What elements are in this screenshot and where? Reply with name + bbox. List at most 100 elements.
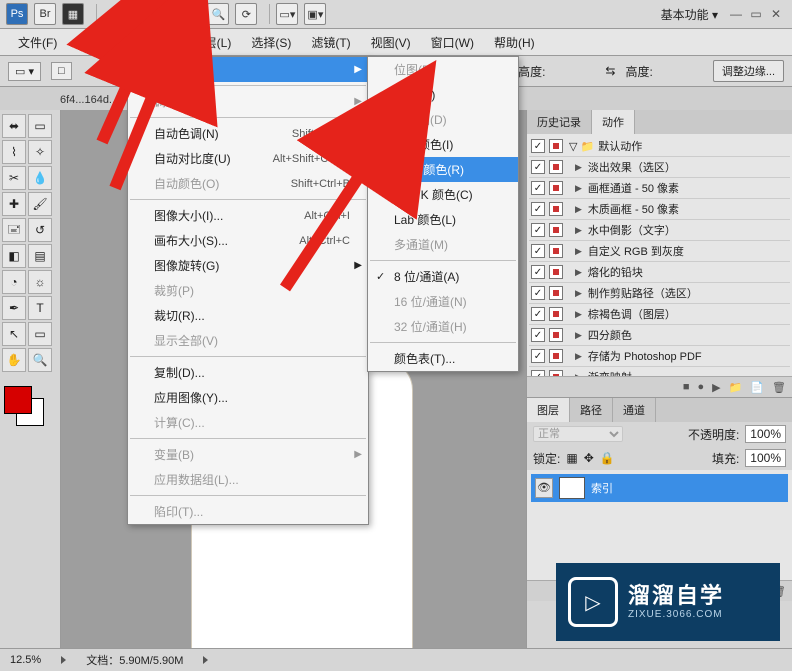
trash-icon[interactable]: 🗑 (772, 381, 786, 394)
tab-actions[interactable]: 动作 (592, 110, 635, 134)
wand-tool-icon[interactable]: ✧ (28, 140, 52, 164)
visibility-icon[interactable]: 👁 (535, 478, 553, 498)
tab-paths[interactable]: 路径 (570, 398, 613, 422)
action-item[interactable]: ✓▶制作剪贴路径（选区） (529, 283, 790, 304)
action-item[interactable]: ✓▶画框通道 - 50 像素 (529, 178, 790, 199)
stop-icon[interactable]: ■ (683, 381, 690, 393)
window-min[interactable]: — (726, 7, 746, 21)
bridge-icon[interactable]: Br (34, 3, 56, 25)
stamp-tool-icon[interactable]: 🖃 (2, 218, 26, 242)
type-tool-icon[interactable]: T (28, 296, 52, 320)
fill-field[interactable]: 100% (745, 449, 786, 467)
brush-tool-icon[interactable]: 🖌 (28, 192, 52, 216)
mi-duotone: 双色调(D) (368, 107, 518, 132)
height-label: 高度: (518, 63, 545, 80)
pen-tool-icon[interactable]: ✒ (2, 296, 26, 320)
screen-mode-icon[interactable]: ▣▾ (304, 3, 326, 25)
ps-logo-icon: Ps (6, 3, 28, 25)
height-label2: 高度: (625, 63, 652, 80)
minibridge-icon[interactable]: ▦ (62, 3, 84, 25)
play-icon[interactable]: ▶ (712, 381, 720, 394)
statusbar: 12.5% 文档：5.90M/5.90M (0, 648, 792, 671)
menu-layer[interactable]: 图层(L) (183, 30, 242, 55)
shape-tool-icon[interactable]: ▭ (28, 322, 52, 346)
zoom-tool2-icon[interactable]: 🔍 (28, 348, 52, 372)
color-swatches[interactable] (2, 384, 48, 418)
status-menu-icon[interactable] (61, 656, 66, 664)
path-tool-icon[interactable]: ↖ (2, 322, 26, 346)
layer-thumb (559, 477, 585, 499)
action-item[interactable]: ✓▶淡出效果（选区） (529, 157, 790, 178)
status-doc-menu-icon[interactable] (203, 656, 208, 664)
mi-bitmap: 位图(B) (368, 57, 518, 82)
mi-apply[interactable]: 应用图像(Y)... (128, 385, 368, 410)
actions-footer: ■ ● ▶ 📁 📄 🗑 (527, 376, 792, 397)
tab-layers[interactable]: 图层 (527, 398, 570, 422)
move-tool-icon[interactable]: ⬌ (2, 114, 26, 138)
mi-vars: 变量(B)▶ (128, 442, 368, 467)
menu-window[interactable]: 窗口(W) (421, 30, 484, 55)
blend-mode[interactable]: 正常 (533, 426, 623, 442)
mi-ctable[interactable]: 颜色表(T)... (368, 346, 518, 371)
menu-select[interactable]: 选择(S) (241, 30, 301, 55)
watermark-url: ZIXUE.3066.COM (628, 609, 724, 621)
layer-name: 索引 (591, 480, 613, 496)
action-item[interactable]: ✓▶熔化的铅块 (529, 262, 790, 283)
mi-gray[interactable]: 灰度(G) (368, 82, 518, 107)
opacity-label: 不透明度: (688, 426, 739, 443)
menu-view[interactable]: 视图(V) (361, 30, 421, 55)
swap-icon[interactable]: ⇆ (605, 64, 615, 78)
gradient-tool-icon[interactable]: ▤ (28, 244, 52, 268)
rotate-view-icon[interactable]: ⟳ (235, 3, 257, 25)
action-item[interactable]: ✓▶木质画框 - 50 像素 (529, 199, 790, 220)
layer-item[interactable]: 👁 索引 (531, 474, 788, 502)
action-item[interactable]: ✓▶渐变映射 (529, 367, 790, 376)
workspace-switcher[interactable]: 基本功能 ▾ (653, 6, 726, 23)
menu-help[interactable]: 帮助(H) (484, 30, 545, 55)
arrange-icon[interactable]: ▭▾ (276, 3, 298, 25)
watermark-logo-icon: ▷ (568, 577, 618, 627)
hand-tool-icon[interactable]: ✋ (179, 3, 201, 25)
opacity-field[interactable]: 100% (745, 425, 786, 443)
action-item[interactable]: ✓▶水中倒影（文字） (529, 220, 790, 241)
crop-tool-icon[interactable]: ✂ (2, 166, 26, 190)
heal-tool-icon[interactable]: ✚ (2, 192, 26, 216)
eyedropper-tool-icon[interactable]: 💧 (28, 166, 52, 190)
hand-tool2-icon[interactable]: ✋ (2, 348, 26, 372)
window-restore[interactable]: ▭ (746, 7, 766, 21)
action-item[interactable]: ✓▶四分颜色 (529, 325, 790, 346)
marquee-normal-icon[interactable]: □ (51, 62, 72, 80)
lock-all-icon[interactable]: 🔒 (600, 451, 615, 465)
window-close[interactable]: ✕ (766, 7, 786, 21)
new-set-icon[interactable]: 📁 (729, 381, 743, 394)
menu-filter[interactable]: 滤镜(T) (301, 30, 360, 55)
mi-trim[interactable]: 裁切(R)... (128, 303, 368, 328)
lock-position-icon[interactable]: ✥ (584, 451, 594, 465)
action-item[interactable]: ✓▶棕褐色调（图层） (529, 304, 790, 325)
tab-history[interactable]: 历史记录 (527, 110, 592, 134)
action-item[interactable]: ✓▶自定义 RGB 到灰度 (529, 241, 790, 262)
record-icon[interactable]: ● (698, 381, 705, 393)
annotation-arrow-2 (105, 68, 195, 201)
mi-duplicate[interactable]: 复制(D)... (128, 360, 368, 385)
history-brush-icon[interactable]: ↺ (28, 218, 52, 242)
watermark: ▷ 溜溜自学 ZIXUE.3066.COM (556, 563, 780, 641)
tab-channels[interactable]: 通道 (613, 398, 656, 422)
eraser-tool-icon[interactable]: ◧ (2, 244, 26, 268)
actions-root[interactable]: ✓ ▽ 📁 默认动作 (529, 136, 790, 157)
action-item[interactable]: ✓▶存储为 Photoshop PDF (529, 346, 790, 367)
marquee-tool-icon[interactable]: ▭ (28, 114, 52, 138)
blur-tool-icon[interactable]: ◔ (2, 270, 26, 294)
menu-file[interactable]: 文件(F) (8, 30, 67, 55)
dodge-tool-icon[interactable]: ☼ (28, 270, 52, 294)
lasso-tool-icon[interactable]: ⌇ (2, 140, 26, 164)
new-action-icon[interactable]: 📄 (750, 381, 764, 394)
zoom-field[interactable]: 12.5% ▾ (103, 7, 166, 21)
zoom-tool-icon[interactable]: 🔍 (207, 3, 229, 25)
lock-pixels-icon[interactable]: ▦ (566, 451, 577, 465)
status-zoom[interactable]: 12.5% (10, 654, 41, 666)
tool-preset[interactable]: ▭ ▾ (8, 62, 41, 81)
refine-edge-button[interactable]: 调整边缘... (713, 60, 784, 82)
status-doc: 文档：5.90M/5.90M (86, 652, 183, 668)
mi-trap: 陷印(T)... (128, 499, 368, 524)
